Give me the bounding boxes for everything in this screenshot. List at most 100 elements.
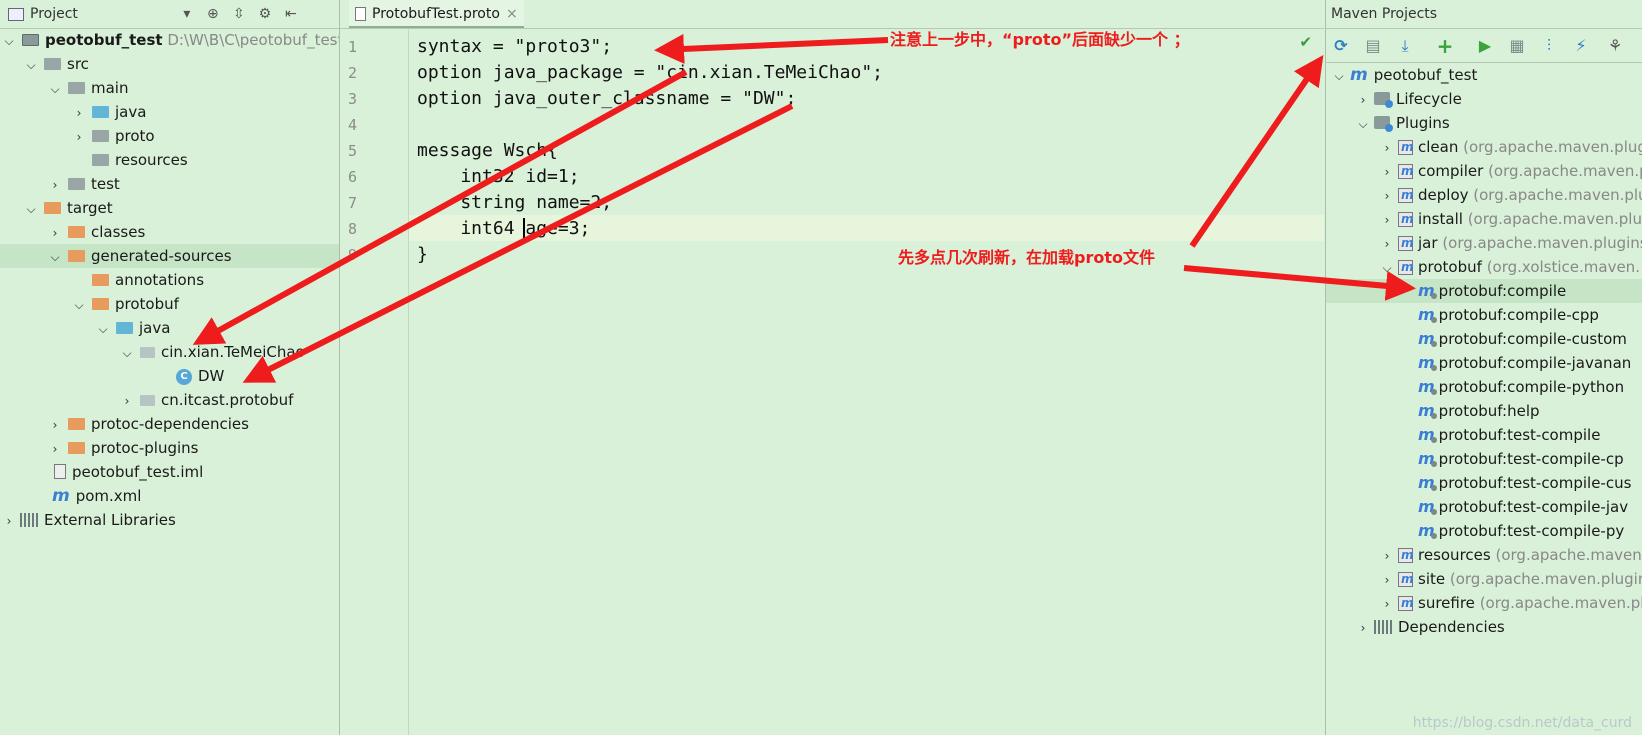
chevron-right-icon[interactable]: › [1380, 184, 1394, 208]
code-line[interactable]: int64 age=3; [417, 216, 590, 242]
tree-item-protoc-dependencies[interactable]: › protoc-dependencies [48, 412, 249, 436]
generate-sources-icon[interactable]: ▤ [1362, 36, 1384, 56]
tree-item-external-libraries[interactable]: › External Libraries [0, 508, 176, 532]
tree-item-annotations[interactable]: annotations [86, 268, 204, 292]
hide-panel-icon[interactable]: ⇤ [282, 5, 300, 23]
chevron-right-icon[interactable]: › [1380, 232, 1394, 256]
chevron-right-icon[interactable]: › [48, 221, 62, 245]
tree-item-iml-file[interactable]: peotobuf_test.iml [48, 460, 203, 484]
maven-tree-item[interactable]: › surefire (org.apache.maven.pl [1380, 591, 1642, 615]
dropdown-arrow-icon[interactable]: ▾ [178, 5, 196, 23]
chevron-right-icon[interactable]: › [1380, 160, 1394, 184]
code-line[interactable]: string name=2; [417, 190, 612, 216]
collapse-all-icon[interactable]: ⇳ [230, 5, 248, 23]
maven-tree-item[interactable]: m protobuf:compile-javanan [1418, 351, 1631, 375]
chevron-down-icon[interactable]: ⌵ [96, 317, 110, 341]
chevron-right-icon[interactable]: › [1380, 208, 1394, 232]
code-line[interactable]: } [417, 242, 428, 268]
chevron-down-icon[interactable]: ⌵ [1380, 256, 1394, 280]
skip-tests-icon[interactable]: ⚡ [1570, 36, 1592, 56]
project-panel-title[interactable]: Project [30, 6, 78, 22]
tree-item-class-dw[interactable]: C DW [172, 364, 224, 388]
download-icon[interactable]: ⤓ [1394, 36, 1416, 56]
maven-tree-item[interactable]: ⌵ Plugins [1356, 111, 1450, 135]
code-line[interactable]: option java_outer_classname = "DW"; [417, 86, 796, 112]
chevron-down-icon[interactable]: ⌵ [72, 293, 86, 317]
code-line[interactable]: syntax = "proto3"; [417, 34, 612, 60]
code-line[interactable]: option java_package = "cin.xian.TeMeiCha… [417, 60, 883, 86]
chevron-right-icon[interactable]: › [120, 389, 134, 413]
chevron-down-icon[interactable]: ⌵ [24, 53, 38, 77]
maven-tree-item[interactable]: › Dependencies [1356, 615, 1505, 639]
chevron-right-icon[interactable]: › [1380, 592, 1394, 616]
chevron-down-icon[interactable]: ⌵ [1332, 64, 1346, 88]
maven-tree-item[interactable]: m protobuf:test-compile [1418, 423, 1600, 447]
maven-tree-item[interactable]: › deploy (org.apache.maven.plu [1380, 183, 1642, 207]
chevron-down-icon[interactable]: ⌵ [24, 197, 38, 221]
maven-tree-item[interactable]: › clean (org.apache.maven.plug [1380, 135, 1642, 159]
maven-tree-item[interactable]: ⌵ protobuf (org.xolstice.maven. [1380, 255, 1640, 279]
tree-item-src[interactable]: ⌵ src [24, 52, 88, 77]
chevron-down-icon[interactable]: ⌵ [2, 29, 16, 53]
chevron-right-icon[interactable]: › [1380, 568, 1394, 592]
tree-item-test[interactable]: › test [48, 172, 120, 196]
tree-item-protobuf[interactable]: ⌵ protobuf [72, 292, 178, 317]
chevron-right-icon[interactable]: › [72, 101, 86, 125]
chevron-right-icon[interactable]: › [1380, 544, 1394, 568]
maven-tree-item[interactable]: › compiler (org.apache.maven.p [1380, 159, 1642, 183]
maven-tree-item[interactable]: m protobuf:test-compile-cp [1418, 447, 1624, 471]
chevron-down-icon[interactable]: ⌵ [48, 77, 62, 101]
show-dependencies-icon[interactable]: ⚘ [1604, 36, 1626, 56]
execute-goal-icon[interactable]: ▦ [1506, 36, 1528, 56]
maven-tree-item[interactable]: m protobuf:compile-cpp [1418, 303, 1599, 327]
chevron-down-icon[interactable]: ⌵ [120, 341, 134, 365]
tree-item-proto[interactable]: › proto [72, 124, 155, 148]
tree-item-target[interactable]: ⌵ target [24, 196, 112, 221]
chevron-right-icon[interactable]: › [72, 125, 86, 149]
maven-tree-item[interactable]: m protobuf:help [1418, 399, 1540, 423]
chevron-right-icon[interactable]: › [48, 437, 62, 461]
add-icon[interactable]: + [1434, 36, 1456, 56]
maven-tree-item[interactable]: m protobuf:compile-python [1418, 375, 1624, 399]
maven-tree-item[interactable]: m protobuf:test-compile-cus [1418, 471, 1631, 495]
tree-item-generated-java[interactable]: ⌵ java [96, 316, 170, 340]
tree-item-classes[interactable]: › classes [48, 220, 146, 245]
maven-tree-item[interactable]: ⌵ m peotobuf_test [1332, 63, 1477, 87]
scroll-from-source-icon[interactable]: ⊕ [204, 5, 222, 23]
tree-item-module-root[interactable]: ⌵ peotobuf_test D:\W\B\C\peotobuf_test [0, 28, 339, 52]
tree-item-protoc-plugins[interactable]: › protoc-plugins [48, 436, 199, 461]
inspection-ok-icon[interactable]: ✔ [1299, 33, 1312, 51]
chevron-down-icon[interactable]: ⌵ [48, 245, 62, 269]
chevron-right-icon[interactable]: › [48, 413, 62, 437]
tree-item-main[interactable]: ⌵ main [48, 76, 128, 100]
tree-item-pom[interactable]: m pom.xml [48, 484, 141, 508]
chevron-right-icon[interactable]: › [1356, 616, 1370, 640]
settings-gear-icon[interactable]: ⚙ [256, 5, 274, 23]
tree-item-package-itcast[interactable]: › cn.itcast.protobuf [120, 388, 294, 413]
code-line[interactable]: int32 id=1; [417, 164, 579, 190]
chevron-right-icon[interactable]: › [1380, 136, 1394, 160]
maven-tree-item[interactable]: › Lifecycle [1356, 87, 1462, 111]
chevron-right-icon[interactable]: › [1356, 88, 1370, 112]
maven-tree-item[interactable]: › site (org.apache.maven.plugin [1380, 567, 1642, 591]
code-line[interactable]: message Wsch{ [417, 138, 558, 164]
tree-item-generated-sources[interactable]: ⌵ generated-sources [0, 244, 339, 268]
maven-tree-item[interactable]: m protobuf:compile-custom [1418, 327, 1627, 351]
chevron-right-icon[interactable]: › [48, 173, 62, 197]
tree-item-resources[interactable]: resources [86, 148, 188, 172]
maven-tree-item[interactable]: m protobuf:test-compile-jav [1418, 495, 1628, 519]
maven-tree-item[interactable]: › jar (org.apache.maven.plugins [1380, 231, 1642, 255]
maven-tree-item[interactable]: › install (org.apache.maven.plu [1380, 207, 1642, 231]
chevron-down-icon[interactable]: ⌵ [1356, 112, 1370, 136]
maven-tree-item[interactable]: m protobuf:test-compile-py [1418, 519, 1624, 543]
close-icon[interactable]: × [506, 6, 518, 22]
tree-item-java[interactable]: › java [72, 100, 147, 125]
toggle-offline-icon[interactable]: ⫶ [1538, 36, 1560, 56]
maven-tree-item[interactable]: m protobuf:compile [1326, 279, 1642, 303]
run-icon[interactable]: ▶ [1474, 36, 1496, 56]
editor-tab-protobuftest[interactable]: ProtobufTest.proto × [349, 0, 524, 28]
chevron-right-icon[interactable]: › [2, 509, 16, 533]
reimport-icon[interactable]: ⟳ [1330, 36, 1352, 56]
tree-item-package-temeichao[interactable]: ⌵ cin.xian.TeMeiChao [120, 340, 304, 365]
maven-tree-item[interactable]: › resources (org.apache.maven [1380, 543, 1642, 567]
